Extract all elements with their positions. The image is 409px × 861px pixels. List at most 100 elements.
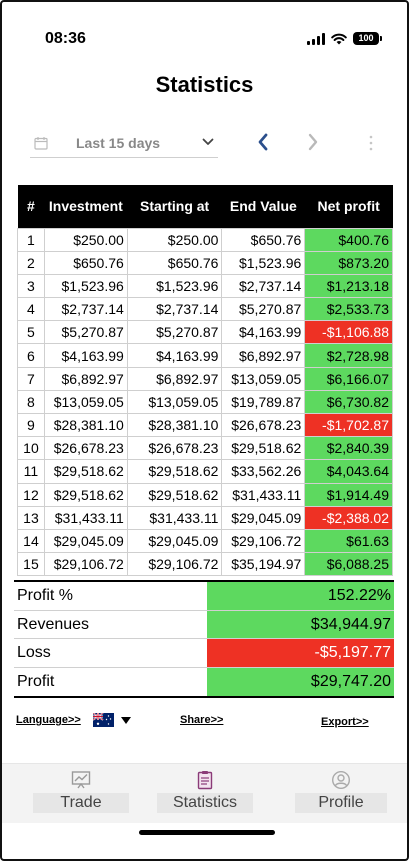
cell-end-value: $2,737.14 bbox=[221, 273, 306, 299]
tab-trade[interactable]: Trade bbox=[33, 770, 129, 822]
cell-investment: $5,270.87 bbox=[43, 320, 128, 345]
cell-end-value: $33,562.26 bbox=[221, 459, 306, 484]
cell-starting-at: $29,518.62 bbox=[126, 482, 223, 507]
cell-index: 13 bbox=[17, 505, 45, 530]
cell-index: 11 bbox=[17, 459, 45, 484]
cell-end-value: $650.76 bbox=[221, 227, 306, 252]
cell-index: 3 bbox=[17, 273, 45, 299]
cell-index: 4 bbox=[17, 297, 45, 322]
summary-row: Profit % 152.22% bbox=[14, 582, 394, 611]
cell-net-profit: $6,166.07 bbox=[304, 366, 393, 391]
cell-end-value: $31,433.11 bbox=[221, 482, 306, 507]
signal-icon bbox=[307, 32, 325, 45]
cell-starting-at: $31,433.11 bbox=[126, 505, 223, 530]
cell-investment: $250.00 bbox=[43, 227, 128, 252]
cell-net-profit: $873.20 bbox=[304, 250, 393, 275]
table-row: 9 $28,381.10 $28,381.10 $26,678.23 -$1,702.8… bbox=[17, 412, 393, 438]
cell-starting-at: $4,163.99 bbox=[126, 343, 223, 368]
australia-flag-icon[interactable] bbox=[93, 713, 114, 727]
cell-investment: $31,433.11 bbox=[43, 505, 128, 530]
tab-statistics[interactable]: Statistics bbox=[157, 770, 253, 822]
share-link[interactable]: Share>> bbox=[180, 714, 223, 726]
table-row: 8 $13,059.05 $13,059.05 $19,789.87 $6,730.82 bbox=[17, 389, 393, 415]
cell-index: 7 bbox=[17, 366, 45, 391]
chevron-right-icon[interactable] bbox=[306, 132, 320, 152]
cell-end-value: $13,059.05 bbox=[221, 366, 306, 391]
user-icon bbox=[331, 770, 351, 790]
cell-end-value: $1,523.96 bbox=[221, 250, 306, 275]
cell-starting-at: $29,106.72 bbox=[126, 552, 223, 577]
cell-investment: $26,678.23 bbox=[43, 436, 128, 461]
cell-net-profit: $6,088.25 bbox=[304, 552, 393, 577]
cell-net-profit: -$1,702.87 bbox=[304, 412, 393, 438]
cell-net-profit: $1,213.18 bbox=[304, 273, 393, 299]
table-row: 7 $6,892.97 $6,892.97 $13,059.05 $6,166.07 bbox=[17, 366, 393, 391]
period-select[interactable]: Last 15 days bbox=[30, 128, 218, 158]
cell-starting-at: $250.00 bbox=[126, 227, 223, 252]
summary-value: $29,747.20 bbox=[207, 667, 394, 696]
tab-statistics-label: Statistics bbox=[157, 793, 253, 813]
filter-row: Last 15 days bbox=[30, 128, 390, 162]
cell-end-value: $26,678.23 bbox=[221, 412, 306, 438]
cell-net-profit: $61.63 bbox=[304, 528, 393, 554]
links-row: Language>> Share>> Export>> bbox=[16, 711, 376, 733]
language-link[interactable]: Language>> bbox=[16, 714, 81, 726]
status-bar: 08:36 100 bbox=[0, 28, 409, 52]
stats-table: # Investment Starting at End Value Net p… bbox=[17, 185, 393, 577]
status-icons: 100 bbox=[307, 32, 382, 45]
cell-investment: $29,045.09 bbox=[43, 528, 128, 554]
cell-index: 6 bbox=[17, 343, 45, 368]
cell-investment: $6,892.97 bbox=[43, 366, 128, 391]
cell-end-value: $29,518.62 bbox=[221, 436, 306, 461]
cell-net-profit: $2,840.39 bbox=[304, 436, 393, 461]
cell-net-profit: $1,914.49 bbox=[304, 482, 393, 507]
table-row: 3 $1,523.96 $1,523.96 $2,737.14 $1,213.18 bbox=[17, 273, 393, 299]
summary-row: Profit $29,747.20 bbox=[14, 667, 394, 696]
caret-down-icon[interactable] bbox=[121, 717, 131, 724]
cell-end-value: $4,163.99 bbox=[221, 320, 306, 345]
more-vertical-icon[interactable] bbox=[368, 134, 374, 152]
cell-index: 15 bbox=[17, 552, 45, 577]
summary-panel: Profit % 152.22% Revenues $34,944.97 Loss -$5… bbox=[14, 580, 394, 698]
summary-label: Loss bbox=[17, 644, 51, 661]
table-row: 10 $26,678.23 $26,678.23 $29,518.62 $2,840.3… bbox=[17, 436, 393, 461]
clipboard-icon bbox=[197, 771, 213, 790]
table-row: 11 $29,518.62 $29,518.62 $33,562.26 $4,043.6… bbox=[17, 459, 393, 484]
table-row: 2 $650.76 $650.76 $1,523.96 $873.20 bbox=[17, 250, 393, 275]
tab-trade-label: Trade bbox=[33, 793, 129, 813]
table-row: 14 $29,045.09 $29,045.09 $29,106.72 $61.63 bbox=[17, 528, 393, 554]
cell-index: 5 bbox=[17, 320, 45, 345]
cell-net-profit: $6,730.82 bbox=[304, 389, 393, 415]
summary-label: Profit bbox=[17, 672, 55, 690]
cell-net-profit: $400.76 bbox=[304, 227, 393, 252]
tab-profile[interactable]: Profile bbox=[295, 770, 387, 822]
export-link[interactable]: Export>> bbox=[321, 716, 369, 728]
cell-end-value: $6,892.97 bbox=[221, 343, 306, 368]
cell-end-value: $29,106.72 bbox=[221, 528, 306, 554]
cell-end-value: $19,789.87 bbox=[221, 389, 306, 415]
calendar-icon bbox=[34, 136, 48, 150]
cell-starting-at: $1,523.96 bbox=[126, 273, 223, 299]
table-body: 1 $250.00 $250.00 $650.76 $400.76 2 $650.76 $65… bbox=[17, 227, 393, 577]
home-indicator[interactable] bbox=[139, 830, 275, 835]
page-title: Statistics bbox=[155, 72, 254, 97]
cell-starting-at: $5,270.87 bbox=[126, 320, 223, 345]
table-row: 6 $4,163.99 $4,163.99 $6,892.97 $2,728.98 bbox=[17, 343, 393, 368]
header-starting-at: Starting at bbox=[127, 185, 222, 228]
cell-starting-at: $13,059.05 bbox=[126, 389, 223, 415]
cell-net-profit: -$1,106.88 bbox=[304, 320, 393, 345]
cell-starting-at: $6,892.97 bbox=[126, 366, 223, 391]
table-row: 1 $250.00 $250.00 $650.76 $400.76 bbox=[17, 227, 393, 252]
cell-starting-at: $28,381.10 bbox=[126, 412, 223, 438]
cell-investment: $29,106.72 bbox=[43, 552, 128, 577]
summary-row: Loss -$5,197.77 bbox=[14, 639, 394, 668]
cell-index: 10 bbox=[17, 436, 45, 461]
chevron-left-icon[interactable] bbox=[256, 132, 270, 152]
summary-row: Revenues $34,944.97 bbox=[14, 610, 394, 639]
wifi-icon bbox=[331, 33, 347, 44]
header-index: # bbox=[17, 185, 45, 228]
cell-starting-at: $2,737.14 bbox=[126, 297, 223, 322]
cell-index: 8 bbox=[17, 389, 45, 415]
cell-index: 2 bbox=[17, 250, 45, 275]
cell-investment: $29,518.62 bbox=[43, 482, 128, 507]
